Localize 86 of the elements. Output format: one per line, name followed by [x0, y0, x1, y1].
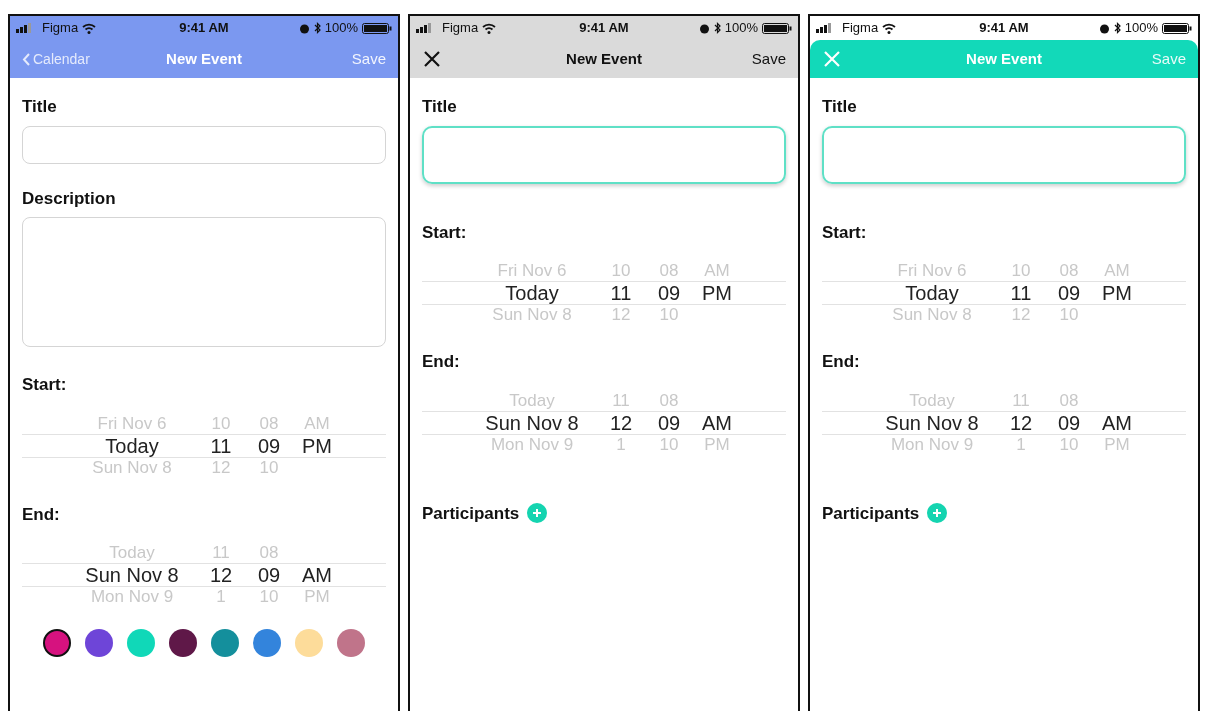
- section-label: Start:: [822, 221, 868, 244]
- bluetooth-icon: [313, 22, 321, 34]
- carrier-name: Figma: [842, 19, 879, 38]
- wifi-icon: [82, 22, 97, 34]
- description-input[interactable]: [22, 217, 386, 347]
- color-swatch[interactable]: [43, 629, 71, 657]
- picker-minute: 09: [1057, 411, 1081, 434]
- status-time: 9:41 AM: [978, 19, 1030, 38]
- picker-minute: 09: [1057, 282, 1081, 304]
- alarm-icon: [698, 22, 710, 34]
- save-button[interactable]: Save: [751, 47, 786, 71]
- chevron-icon: [22, 52, 30, 66]
- selected-picker-row[interactable]: Sun Nov 8 12 09 AM: [22, 563, 386, 587]
- picker-period: PM: [1102, 282, 1132, 304]
- picker-minute: 09: [657, 411, 681, 434]
- field-label: Title: [22, 96, 58, 118]
- color-swatch[interactable]: [169, 629, 197, 657]
- carrier-name: Figma: [42, 19, 79, 38]
- picker-hour: 12: [1009, 411, 1033, 434]
- selected-picker-row[interactable]: Today 11 09 PM: [22, 433, 386, 458]
- title-input[interactable]: [822, 125, 1186, 184]
- color-swatch[interactable]: [295, 629, 323, 657]
- picker-period: AM: [302, 564, 332, 586]
- status-time: 9:41 AM: [178, 19, 230, 38]
- picker-date: Today: [104, 434, 160, 457]
- participants-label: Participants: [822, 502, 920, 525]
- bluetooth-icon: [1113, 22, 1121, 34]
- section-label: Start:: [422, 221, 468, 244]
- screen-title: New Event: [965, 48, 1043, 69]
- picker-period: AM: [1102, 411, 1132, 434]
- color-swatch[interactable]: [85, 629, 113, 657]
- section-label: End:: [822, 351, 861, 373]
- screen-title: New Event: [165, 48, 243, 69]
- battery-percent: 100%: [724, 19, 758, 38]
- battery-icon: [362, 22, 392, 34]
- status-time: 9:41 AM: [578, 19, 630, 38]
- alarm-icon: [298, 22, 310, 34]
- picker-minute: 09: [257, 564, 281, 586]
- title-input[interactable]: [22, 125, 386, 164]
- battery-icon: [762, 22, 792, 34]
- battery-percent: 100%: [324, 19, 358, 38]
- wifi-icon: [882, 22, 897, 34]
- color-swatch[interactable]: [337, 629, 365, 657]
- save-button[interactable]: Save: [351, 47, 386, 71]
- picker-date: Sun Nov 8: [484, 411, 580, 434]
- picker-hour: 12: [609, 411, 633, 434]
- field-label: Title: [422, 96, 458, 118]
- carrier-name: Figma: [442, 19, 479, 38]
- alarm-icon: [1098, 22, 1110, 34]
- selected-picker-row[interactable]: Sun Nov 8 12 09 AM: [422, 410, 786, 435]
- picker-date: Sun Nov 8: [884, 411, 980, 434]
- picker-hour: 12: [209, 564, 233, 586]
- bluetooth-icon: [713, 22, 721, 34]
- section-label: End:: [22, 503, 61, 526]
- section-label: Start:: [22, 374, 68, 396]
- picker-minute: 09: [257, 434, 281, 457]
- participants-label: Participants: [422, 502, 520, 525]
- picker-period: PM: [702, 282, 732, 304]
- close-button[interactable]: [422, 49, 442, 69]
- picker-period: PM: [302, 434, 332, 457]
- selected-picker-row[interactable]: Sun Nov 8 12 09 AM: [822, 410, 1186, 435]
- picker-date: Today: [904, 282, 960, 304]
- picker-hour: 11: [1010, 282, 1032, 304]
- picker-minute: 09: [657, 282, 681, 304]
- save-button[interactable]: Save: [1151, 47, 1186, 71]
- color-swatch[interactable]: [253, 629, 281, 657]
- battery-icon: [1162, 22, 1192, 34]
- selected-picker-row[interactable]: Today 11 09 PM: [822, 281, 1186, 305]
- color-swatch[interactable]: [211, 629, 239, 657]
- title-input[interactable]: [422, 125, 786, 184]
- picker-hour: 11: [610, 282, 632, 304]
- add-icon[interactable]: [927, 503, 948, 524]
- color-swatch[interactable]: [127, 629, 155, 657]
- picker-period: AM: [702, 411, 732, 434]
- field-label: Description: [22, 187, 117, 210]
- picker-hour: 11: [210, 434, 232, 457]
- field-label: Title: [822, 96, 858, 118]
- section-label: End:: [422, 351, 461, 373]
- picker-date: Sun Nov 8: [84, 564, 180, 586]
- screen-title: New Event: [565, 48, 643, 69]
- selected-picker-row[interactable]: Today 11 09 PM: [422, 281, 786, 305]
- wifi-icon: [482, 22, 497, 34]
- picker-date: Today: [504, 282, 560, 304]
- battery-percent: 100%: [1124, 19, 1158, 38]
- add-icon[interactable]: [527, 503, 548, 524]
- back-button[interactable]: Calendar: [22, 48, 90, 70]
